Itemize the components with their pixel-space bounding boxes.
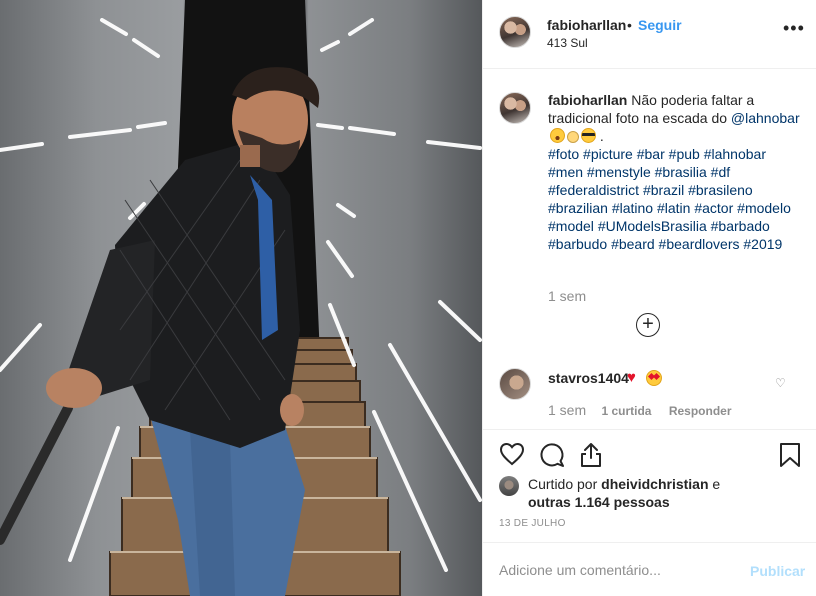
hashtag-link[interactable]: #latin	[657, 200, 690, 216]
more-options-icon[interactable]: •••	[783, 19, 805, 37]
hashtag-link[interactable]: #2019	[743, 236, 782, 252]
liker-avatar[interactable]	[499, 476, 519, 496]
post-photo[interactable]	[0, 0, 482, 596]
liker-username[interactable]: dheividchristian	[601, 476, 708, 492]
caption-author-avatar[interactable]	[499, 92, 531, 124]
author-avatar[interactable]	[499, 16, 531, 48]
likes-others[interactable]: outras 1.164 pessoas	[528, 494, 670, 510]
instagram-post: fabioharllan • Seguir 413 Sul ••• fabioh…	[0, 0, 816, 596]
hashtag-link[interactable]: #latino	[612, 200, 653, 216]
sunglasses-face-emoji-icon	[581, 128, 596, 143]
commenter-avatar[interactable]	[499, 368, 531, 400]
caption-username[interactable]: fabioharllan	[548, 92, 627, 108]
comment-like-heart-icon[interactable]: ♡	[775, 376, 786, 390]
share-icon[interactable]	[579, 442, 603, 468]
hashtag-link[interactable]: #foto	[548, 146, 579, 162]
hashtag-link[interactable]: #federaldistrict	[548, 182, 639, 198]
comment-input[interactable]	[499, 560, 729, 580]
comment-bubble-icon[interactable]	[539, 442, 565, 468]
save-bookmark-icon[interactable]	[779, 442, 801, 468]
like-heart-icon[interactable]	[499, 442, 525, 466]
hashtag-link[interactable]: #beardlovers	[659, 236, 740, 252]
hashtag-link[interactable]: #modelo	[737, 200, 791, 216]
hashtag-link[interactable]: #df	[711, 164, 730, 180]
hashtag-link[interactable]: #barbado	[711, 218, 770, 234]
hashtag-link[interactable]: #lahnobar	[704, 146, 766, 162]
add-comment-bar: Publicar	[483, 542, 816, 596]
commenter-username[interactable]: stavros1404	[548, 370, 629, 386]
header-separator: •	[627, 17, 632, 33]
hashtag-link[interactable]: #menstyle	[587, 164, 651, 180]
likes-summary: Curtido por dheividchristian e outras 1.…	[528, 475, 808, 511]
hashtag-link[interactable]: #bar	[637, 146, 665, 162]
publish-button[interactable]: Publicar	[750, 563, 805, 579]
hashtag-link[interactable]: #brasileno	[688, 182, 753, 198]
photo-illustration	[0, 0, 482, 596]
hashtag-link[interactable]: #brasilia	[655, 164, 707, 180]
hashtag-link[interactable]: #barbudo	[548, 236, 607, 252]
comment-likes-count[interactable]: 1 curtida	[601, 404, 651, 418]
relieved-face-emoji-icon	[567, 131, 579, 143]
load-more-comments-button[interactable]: +	[636, 313, 660, 337]
hashtag-link[interactable]: #model	[548, 218, 594, 234]
hashtag-link[interactable]: #actor	[694, 200, 733, 216]
hashtag-link[interactable]: #UModelsBrasilia	[598, 218, 707, 234]
hashtag-link[interactable]: #brazilian	[548, 200, 608, 216]
post-caption: fabioharllan Não poderia faltar a tradic…	[548, 91, 803, 253]
hashtag-link[interactable]: #brazil	[643, 182, 684, 198]
comment-timestamp[interactable]: 1 sem	[548, 402, 586, 418]
likes-connector: e	[712, 476, 721, 492]
follow-button[interactable]: Seguir	[638, 17, 682, 33]
hashtag-link[interactable]: #beard	[611, 236, 655, 252]
smiling-face-emoji-icon	[550, 128, 565, 143]
post-date[interactable]: 13 de julho	[499, 518, 566, 529]
caption-hashtags: #foto #picture #bar #pub #lahnobar #men …	[548, 146, 791, 252]
likes-prefix: Curtido por	[528, 476, 598, 492]
author-username[interactable]: fabioharllan	[547, 17, 626, 33]
post-header: fabioharllan • Seguir 413 Sul •••	[483, 0, 816, 69]
hashtag-link[interactable]: #picture	[583, 146, 633, 162]
caption-timestamp[interactable]: 1 sem	[548, 288, 586, 304]
caption-mention[interactable]: @lahnobar	[731, 110, 800, 126]
caption-trailing: .	[599, 128, 604, 144]
comment-meta: 1 sem 1 curtida Responder	[548, 402, 732, 418]
heart-eyes-emoji-icon	[646, 370, 662, 386]
red-heart-emoji-icon: ♥	[627, 369, 636, 386]
hashtag-link[interactable]: #pub	[669, 146, 700, 162]
hashtag-link[interactable]: #men	[548, 164, 583, 180]
post-actions-bar	[483, 429, 816, 479]
post-location[interactable]: 413 Sul	[547, 36, 588, 50]
reply-button[interactable]: Responder	[669, 404, 732, 418]
post-side-panel: fabioharllan • Seguir 413 Sul ••• fabioh…	[482, 0, 816, 596]
